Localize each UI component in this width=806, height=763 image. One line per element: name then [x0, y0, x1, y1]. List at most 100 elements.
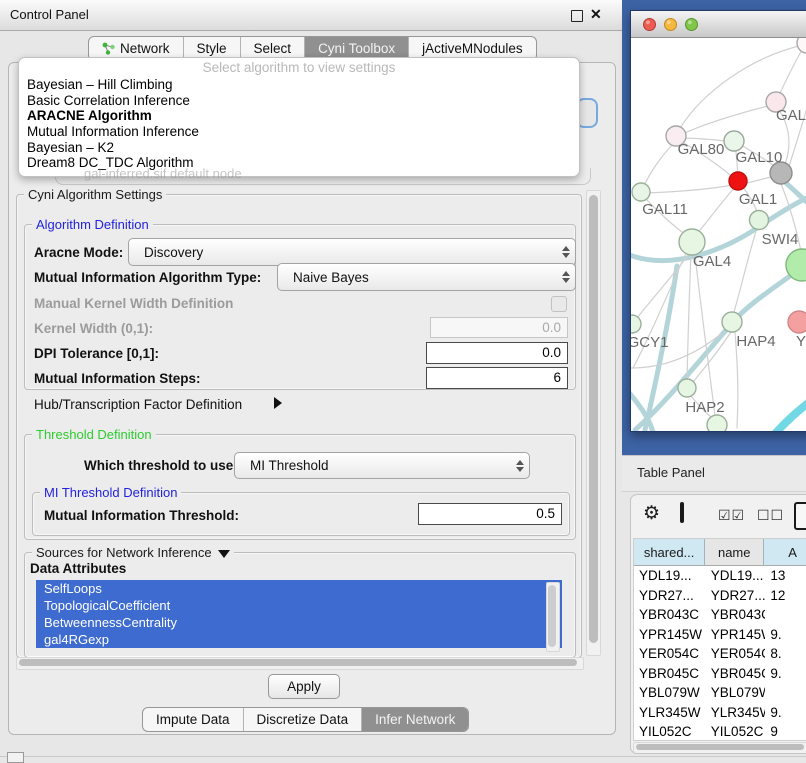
column-header-name[interactable]: name — [705, 539, 764, 565]
tab-label: Cyni Toolbox — [318, 41, 395, 56]
tab-discretize-data[interactable]: Discretize Data — [243, 708, 362, 731]
attribute-item-topologicalcoefficient[interactable]: TopologicalCoefficient — [36, 597, 562, 614]
attr-list-scrollbar — [546, 582, 560, 652]
minimized-panel-icon[interactable] — [7, 752, 24, 763]
tab-label: Impute Data — [156, 712, 230, 727]
algorithm-definition-title: Algorithm Definition — [32, 217, 153, 232]
network-edge — [697, 187, 735, 234]
node-label-gal1: GAL1 — [739, 191, 777, 208]
network-node-gal11[interactable] — [632, 183, 650, 201]
threshold-definition-title: Threshold Definition — [32, 427, 156, 442]
network-node-gal4[interactable] — [679, 229, 705, 255]
dropdown-placeholder: Select algorithm to view settings — [19, 58, 579, 77]
dpi-tolerance-field[interactable]: 0.0 — [426, 342, 568, 364]
algorithm-option-bayesian-k2[interactable]: Bayesian – K2 — [19, 140, 579, 156]
table-cell: YIL052C — [706, 722, 766, 741]
table-hscrollbar-thumb[interactable] — [636, 744, 804, 750]
table-body: YDL19...YDL19...13YDR27...YDR27...12YBR0… — [634, 566, 806, 741]
attribute-item-betweennesscentrality[interactable]: BetweennessCentrality — [36, 614, 562, 631]
tab-infer-network[interactable]: Infer Network — [361, 708, 468, 731]
algorithm-option-bayesian-hill-climbing[interactable]: Bayesian – Hill Climbing — [19, 77, 579, 93]
network-canvas[interactable]: GAL2GAL80GAL10GAL1GAL11SWI4GAL4GCY1HAP4Y… — [631, 38, 806, 431]
network-node-gal10[interactable] — [724, 131, 744, 151]
aracne-mode-combobox[interactable]: Discovery — [128, 238, 576, 266]
collapse-arrow-icon[interactable] — [218, 550, 230, 558]
float-window-icon[interactable] — [571, 10, 583, 22]
node-label-hap4: HAP4 — [736, 333, 775, 350]
mi-threshold-field[interactable]: 0.5 — [418, 503, 562, 525]
tab-label: Network — [120, 41, 170, 56]
table-hscrollbar — [633, 742, 806, 754]
network-node[interactable] — [707, 415, 727, 431]
table-cell: YBR045C — [634, 664, 706, 684]
dpi-tolerance-label: DPI Tolerance [0,1]: — [34, 346, 159, 361]
select-all-checkboxes-icon[interactable]: ☑☑ — [718, 507, 745, 524]
attribute-item-selfloops[interactable]: SelfLoops — [36, 580, 562, 597]
mi-threshold-label: Mutual Information Threshold: — [44, 508, 239, 523]
node-label-hap2: HAP2 — [685, 399, 724, 416]
settings-hscrollbar — [16, 657, 584, 670]
column-header-shared[interactable]: shared... — [634, 539, 705, 565]
attribute-item-gal4rgexp[interactable]: gal4RGexp — [36, 631, 562, 648]
bottom-tabbar: Impute Data Discretize DataInfer Network — [142, 707, 469, 732]
algorithm-option-basic-correlation-inference[interactable]: Basic Correlation Inference — [19, 93, 579, 109]
network-icon — [102, 42, 115, 55]
table-cell: YBL079W — [634, 683, 706, 703]
network-node-y[interactable] — [788, 311, 806, 333]
settings-hscrollbar-thumb[interactable] — [19, 659, 577, 666]
tab-label: Select — [254, 41, 292, 56]
document-icon[interactable] — [794, 502, 806, 530]
algorithm-dropdown-popup: Select algorithm to view settings Bayesi… — [18, 57, 580, 177]
table-row[interactable]: YDL19...YDL19...13 — [634, 566, 806, 586]
deselect-all-checkboxes-icon[interactable]: ☐☐ — [757, 507, 784, 524]
close-traffic-light-icon[interactable] — [643, 18, 656, 31]
network-node-gcy1[interactable] — [631, 315, 641, 333]
network-graph: GAL2GAL80GAL10GAL1GAL11SWI4GAL4GCY1HAP4Y… — [631, 38, 806, 431]
mi-type-combobox[interactable]: Naive Bayes — [277, 263, 576, 291]
table-row[interactable]: YBL079WYBL079W — [634, 683, 806, 703]
network-node-hap4[interactable] — [722, 312, 742, 332]
which-threshold-combobox[interactable]: MI Threshold — [234, 452, 530, 479]
table-cell: YER054C — [634, 644, 706, 664]
attr-list-scrollbar-thumb[interactable] — [548, 585, 556, 647]
node-label-gcy1: GCY1 — [631, 334, 668, 351]
table-settings-gear-icon[interactable]: ⚙ — [643, 504, 660, 523]
apply-button[interactable]: Apply — [268, 674, 340, 699]
table-cell: YIL052C — [634, 722, 706, 741]
network-node-swi4[interactable] — [750, 211, 769, 230]
table-row[interactable]: YBR043CYBR043C — [634, 605, 806, 625]
manual-kernel-label: Manual Kernel Width Definition — [34, 296, 233, 311]
algorithm-option-mutual-information-inference[interactable]: Mutual Information Inference — [19, 124, 579, 140]
network-window-titlebar[interactable] — [631, 11, 806, 38]
table-cell: YBR043C — [706, 605, 766, 625]
tab-impute-data[interactable]: Impute Data — [143, 708, 243, 731]
zoom-traffic-light-icon[interactable] — [685, 18, 698, 31]
manual-kernel-checkbox — [551, 296, 567, 312]
expand-arrow-icon[interactable] — [274, 397, 282, 409]
table-row[interactable]: YDR27...YDR27...12 — [634, 586, 806, 606]
network-edge — [777, 48, 803, 100]
network-node-gal1[interactable] — [729, 172, 747, 190]
network-edge — [695, 255, 715, 416]
table-cell: YPR145W — [634, 625, 706, 645]
table-row[interactable]: YER054CYER054C8. — [634, 644, 806, 664]
settings-vscrollbar — [586, 190, 601, 656]
settings-vscrollbar-thumb[interactable] — [589, 195, 598, 643]
column-header-a[interactable]: A — [764, 539, 806, 565]
table-cell: YDL19... — [634, 566, 706, 586]
network-node[interactable] — [797, 38, 806, 53]
minimize-traffic-light-icon[interactable] — [664, 18, 677, 31]
data-attributes-label: Data Attributes — [30, 561, 126, 576]
table-row[interactable]: YPR145WYPR145W9. — [634, 625, 806, 645]
table-row[interactable]: YBR045CYBR045C9. — [634, 664, 806, 684]
split-columns-icon[interactable] — [680, 502, 684, 523]
close-icon[interactable]: ✕ — [590, 6, 602, 23]
algorithm-option-aracne-algorithm[interactable]: ARACNE Algorithm — [19, 108, 579, 124]
mi-steps-field[interactable]: 6 — [426, 367, 568, 389]
table-row[interactable]: YIL052CYIL052C9 — [634, 722, 806, 741]
table-row[interactable]: YLR345WYLR345W9. — [634, 703, 806, 723]
network-window: GAL2GAL80GAL10GAL1GAL11SWI4GAL4GCY1HAP4Y… — [630, 10, 806, 432]
table-cell: YLR345W — [634, 703, 706, 723]
tab-label: Style — [197, 41, 227, 56]
network-node-hap2[interactable] — [678, 379, 696, 397]
